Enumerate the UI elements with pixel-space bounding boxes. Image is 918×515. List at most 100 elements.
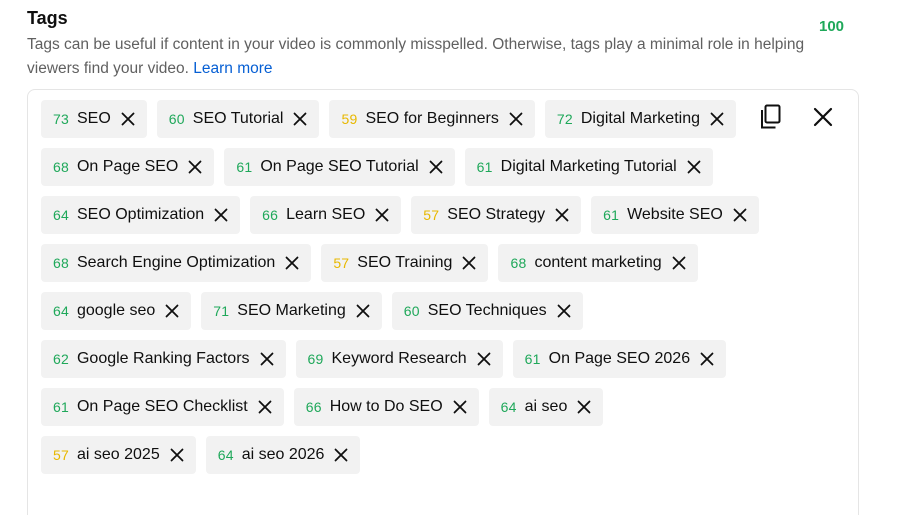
tag-score: 66	[305, 399, 322, 415]
remove-tag-button[interactable]	[258, 400, 272, 414]
remove-tag-button[interactable]	[577, 400, 591, 414]
remove-tag-button[interactable]	[260, 352, 274, 366]
tag-label: ai seo 2025	[76, 446, 160, 463]
remove-tag-button[interactable]	[214, 208, 228, 222]
tag-label: Google Ranking Factors	[76, 350, 250, 367]
close-icon	[188, 160, 202, 174]
remove-tag-button[interactable]	[285, 256, 299, 270]
tag-label: On Page SEO Checklist	[76, 398, 248, 415]
close-icon	[509, 112, 523, 126]
description-text: Tags can be useful if content in your vi…	[27, 36, 805, 77]
remove-tag-button[interactable]	[672, 256, 686, 270]
tags-section: Tags 100 Tags can be useful if content i…	[0, 0, 918, 515]
tag-chip[interactable]: 61 On Page SEO Tutorial	[224, 148, 455, 186]
remove-tag-button[interactable]	[557, 304, 571, 318]
remove-tag-button[interactable]	[555, 208, 569, 222]
remove-tag-button[interactable]	[453, 400, 467, 414]
tag-label: SEO	[76, 110, 111, 127]
tag-label: SEO Tutorial	[192, 110, 284, 127]
remove-tag-button[interactable]	[733, 208, 747, 222]
tag-score: 57	[53, 447, 69, 463]
close-icon	[453, 400, 467, 414]
clear-tags-button[interactable]	[810, 104, 836, 130]
remove-tag-button[interactable]	[170, 448, 184, 462]
tag-chip[interactable]: 69 Keyword Research	[295, 340, 503, 378]
tag-chip[interactable]: 64 ai seo 2026	[205, 436, 361, 474]
close-icon	[165, 304, 179, 318]
tag-label: Keyword Research	[331, 350, 467, 367]
tag-chip[interactable]: 61 Website SEO	[591, 196, 759, 234]
remove-tag-button[interactable]	[188, 160, 202, 174]
tag-chip[interactable]: 66 Learn SEO	[250, 196, 402, 234]
tag-label: On Page SEO Tutorial	[260, 158, 419, 175]
tag-chip[interactable]: 68 Search Engine Optimization	[41, 244, 312, 282]
tag-chip[interactable]: 64 ai seo	[488, 388, 604, 426]
close-icon	[258, 400, 272, 414]
remove-tag-button[interactable]	[710, 112, 724, 126]
tag-score: 61	[524, 351, 541, 367]
tag-score: 72	[556, 111, 573, 127]
close-icon	[375, 208, 389, 222]
tag-score: 57	[423, 207, 440, 223]
remove-tag-button[interactable]	[700, 352, 714, 366]
remove-tag-button[interactable]	[375, 208, 389, 222]
remove-tag-button[interactable]	[509, 112, 523, 126]
tag-chip[interactable]: 68 content marketing	[498, 244, 698, 282]
remove-tag-button[interactable]	[687, 160, 701, 174]
tag-label: SEO Training	[357, 254, 453, 271]
remove-tag-button[interactable]	[293, 112, 307, 126]
learn-more-link[interactable]: Learn more	[193, 60, 272, 77]
tag-label: SEO for Beginners	[365, 110, 499, 127]
tag-label: SEO Techniques	[427, 302, 547, 319]
close-icon	[294, 112, 307, 126]
remove-tag-button[interactable]	[462, 256, 476, 270]
tag-score: 64	[500, 399, 517, 415]
close-icon	[687, 160, 701, 174]
tag-label: ai seo	[524, 398, 568, 415]
tag-label: On Page SEO	[76, 158, 179, 175]
tag-chip[interactable]: 60 SEO Tutorial	[156, 100, 320, 138]
tag-chip[interactable]: 71 SEO Marketing	[201, 292, 382, 330]
tag-chip[interactable]: 61 On Page SEO Checklist	[41, 388, 284, 426]
tag-score: 61	[476, 159, 493, 175]
tag-chip[interactable]: 59 SEO for Beginners	[329, 100, 535, 138]
close-icon	[121, 112, 135, 126]
tag-chip[interactable]: 64 google seo	[41, 292, 192, 330]
tag-chip[interactable]: 57 ai seo 2025	[41, 436, 196, 474]
tag-chip[interactable]: 73 SEO	[41, 100, 147, 138]
tag-chip[interactable]: 66 How to Do SEO	[293, 388, 479, 426]
close-icon	[700, 352, 714, 366]
tag-chip[interactable]: 61 Digital Marketing Tutorial	[464, 148, 713, 186]
tag-chip[interactable]: 64 SEO Optimization	[41, 196, 241, 234]
remove-tag-button[interactable]	[165, 304, 179, 318]
tags-input-box[interactable]: 73 SEO 60 SEO Tutorial 59 SEO for Beginners 72…	[27, 89, 859, 515]
close-icon	[356, 304, 370, 318]
tag-chip[interactable]: 68 On Page SEO	[41, 148, 215, 186]
section-description: Tags can be useful if content in your vi…	[27, 33, 827, 81]
tag-chip[interactable]: 60 SEO Techniques	[391, 292, 583, 330]
tag-score: 66	[262, 207, 279, 223]
tag-label: ai seo 2026	[241, 446, 325, 463]
remove-tag-button[interactable]	[334, 448, 348, 462]
copy-icon	[761, 104, 781, 129]
copy-tags-button[interactable]	[758, 104, 784, 130]
remove-tag-button[interactable]	[356, 304, 370, 318]
tag-score: 60	[168, 111, 185, 127]
remove-tag-button[interactable]	[429, 160, 443, 174]
close-icon	[285, 256, 299, 270]
tag-score: 68	[510, 255, 527, 271]
tag-score: 68	[53, 159, 69, 175]
close-icon	[214, 208, 228, 222]
section-title: Tags	[27, 8, 68, 28]
remove-tag-button[interactable]	[121, 112, 135, 126]
tag-chip[interactable]: 57 SEO Training	[321, 244, 489, 282]
remove-tag-button[interactable]	[477, 352, 491, 366]
tag-chip[interactable]: 57 SEO Strategy	[411, 196, 582, 234]
tag-label: google seo	[76, 302, 156, 319]
tag-chip[interactable]: 72 Digital Marketing	[544, 100, 736, 138]
tag-chip[interactable]: 62 Google Ranking Factors	[41, 340, 286, 378]
close-icon	[710, 112, 724, 126]
tag-chip[interactable]: 61 On Page SEO 2026	[512, 340, 727, 378]
tag-score: 60	[403, 303, 420, 319]
tag-score: 64	[217, 447, 234, 463]
